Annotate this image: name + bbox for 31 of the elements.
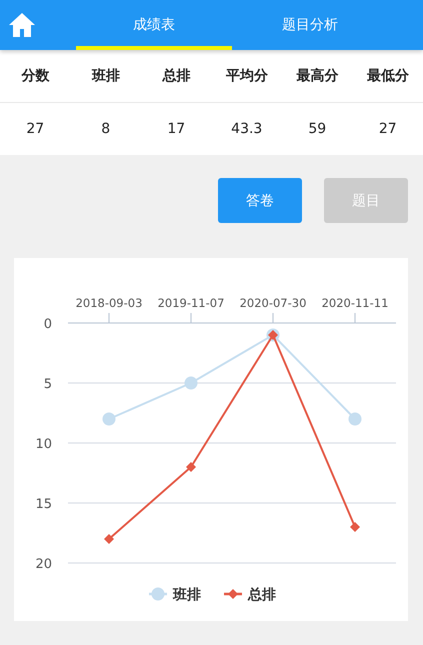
column-header: 最高分 <box>295 67 340 85</box>
column-header: 分数 <box>20 67 50 85</box>
table-cell-text: 43.3 <box>230 121 264 137</box>
y-tick-label: 0 <box>44 317 52 332</box>
legend-label: 班排 <box>173 587 201 603</box>
legend-label: 总排 <box>248 587 276 603</box>
column-header: 班排 <box>90 67 121 85</box>
table-cell-text: 27 <box>378 121 398 137</box>
table-cell-text: 27 <box>25 121 46 137</box>
table-cell-text: 17 <box>166 121 186 137</box>
y-tick-label: 10 <box>35 437 52 452</box>
column-header: 最低分 <box>366 67 410 85</box>
point <box>186 462 196 472</box>
column-header: 总排 <box>161 67 192 85</box>
point <box>348 412 362 426</box>
action-button[interactable]: 答卷 <box>218 178 302 223</box>
point <box>102 412 116 426</box>
x-tick-label: 2020-11-11 <box>322 296 388 310</box>
point <box>350 522 360 532</box>
y-tick-label: 5 <box>44 377 52 392</box>
x-tick-label: 2020-07-30 <box>240 296 306 310</box>
point <box>184 376 198 390</box>
y-tick-label: 20 <box>35 557 52 572</box>
y-tick-label: 15 <box>35 497 52 512</box>
x-tick-label: 2018-09-03 <box>76 296 142 310</box>
tab[interactable]: 题目分析 <box>232 0 388 50</box>
table-cell-text: 59 <box>307 121 328 137</box>
x-tick-label: 2019-11-07 <box>158 296 224 310</box>
column-header: 平均分 <box>224 67 269 85</box>
table-cell-text: 8 <box>100 121 112 137</box>
point <box>104 534 114 544</box>
